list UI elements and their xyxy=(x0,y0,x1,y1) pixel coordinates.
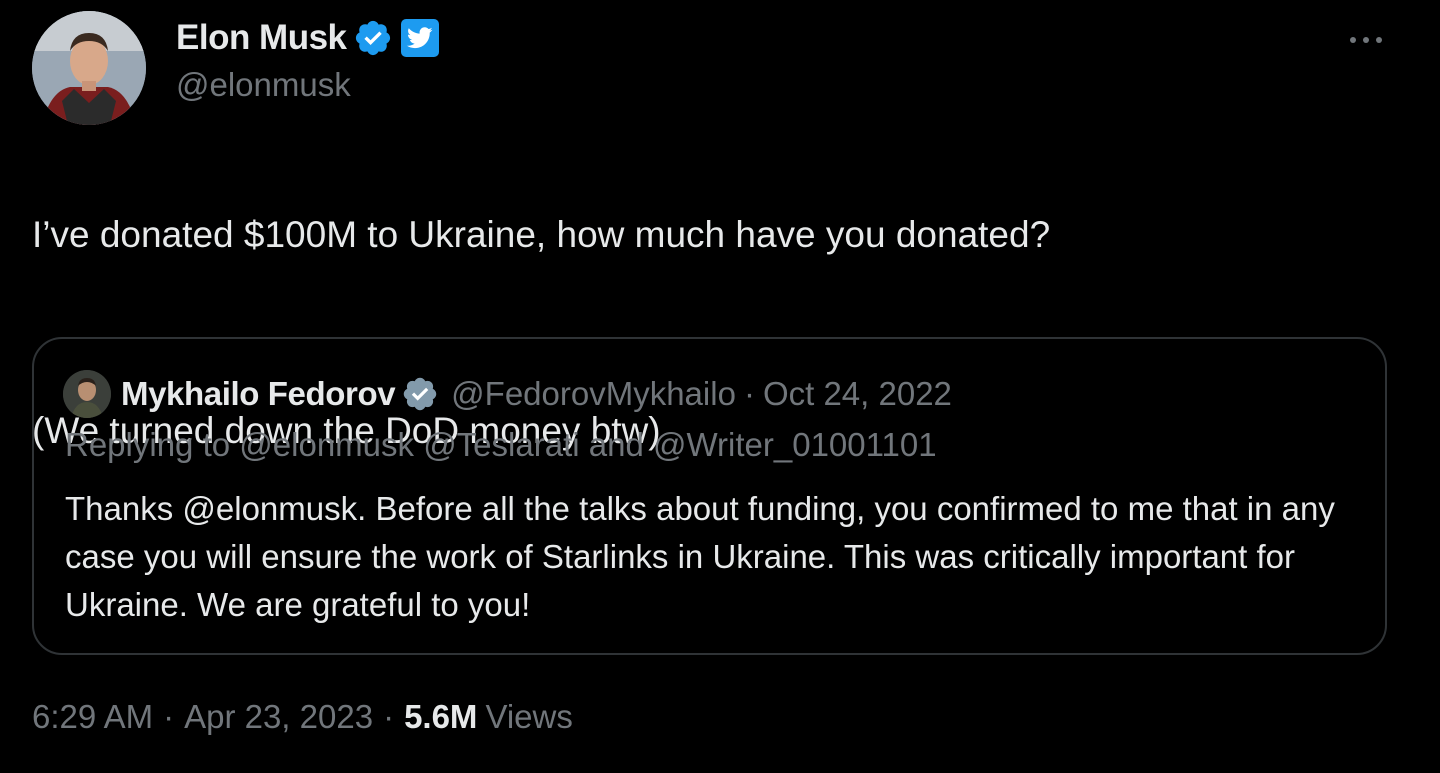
quoted-author-avatar[interactable] xyxy=(63,370,111,418)
replying-prefix: Replying to xyxy=(65,426,231,463)
views-count[interactable]: 5.6M xyxy=(404,698,477,736)
quoted-author-display-name[interactable]: Mykhailo Fedorov xyxy=(121,375,396,413)
more-options-button[interactable] xyxy=(1346,20,1386,60)
quoted-tweet-date[interactable]: Oct 24, 2022 xyxy=(763,375,952,413)
verified-badge-icon xyxy=(401,375,439,413)
author-name-row: Elon Musk xyxy=(176,16,439,60)
separator-dot: · xyxy=(383,698,395,735)
replying-to-line: Replying to @elonmusk @Teslarati and @Wr… xyxy=(65,426,937,464)
quoted-tweet[interactable]: Mykhailo Fedorov @FedorovMykhailo · Oct … xyxy=(32,337,1387,655)
author-handle[interactable]: @elonmusk xyxy=(176,66,439,104)
reply-mention-teslarati[interactable]: @Teslarati xyxy=(423,426,579,463)
tweet-date[interactable]: Apr 23, 2023 xyxy=(184,698,373,736)
author-display-name[interactable]: Elon Musk xyxy=(176,18,347,58)
avatar[interactable] xyxy=(32,11,146,125)
tweet-text-line-1: I’ve donated $100M to Ukraine, how much … xyxy=(32,214,1051,255)
quoted-tweet-text: Thanks @elonmusk. Before all the talks a… xyxy=(65,490,1335,623)
views-label[interactable]: Views xyxy=(485,698,572,736)
separator-dot: · xyxy=(163,698,175,735)
reply-mention-elonmusk[interactable]: @elonmusk xyxy=(239,426,414,463)
author-block: Elon Musk @elonmusk xyxy=(176,16,439,104)
tweet-card: Elon Musk @elonmusk I’ve donated $100M t… xyxy=(0,0,1440,773)
tweet-time[interactable]: 6:29 AM xyxy=(32,698,153,736)
tweet-meta: 6:29 AM · Apr 23, 2023 · 5.6M Views xyxy=(32,698,573,736)
separator-dot: · xyxy=(743,375,755,412)
quoted-author-handle[interactable]: @FedorovMykhailo xyxy=(451,375,736,413)
more-dots-icon xyxy=(1350,37,1382,43)
verified-badge-icon[interactable] xyxy=(353,18,393,58)
reply-mention-writer[interactable]: @Writer_01001101 xyxy=(653,426,937,463)
twitter-bird-icon xyxy=(400,19,439,57)
quoted-tweet-header: Mykhailo Fedorov @FedorovMykhailo · Oct … xyxy=(63,369,952,419)
reply-and: and xyxy=(588,426,644,463)
